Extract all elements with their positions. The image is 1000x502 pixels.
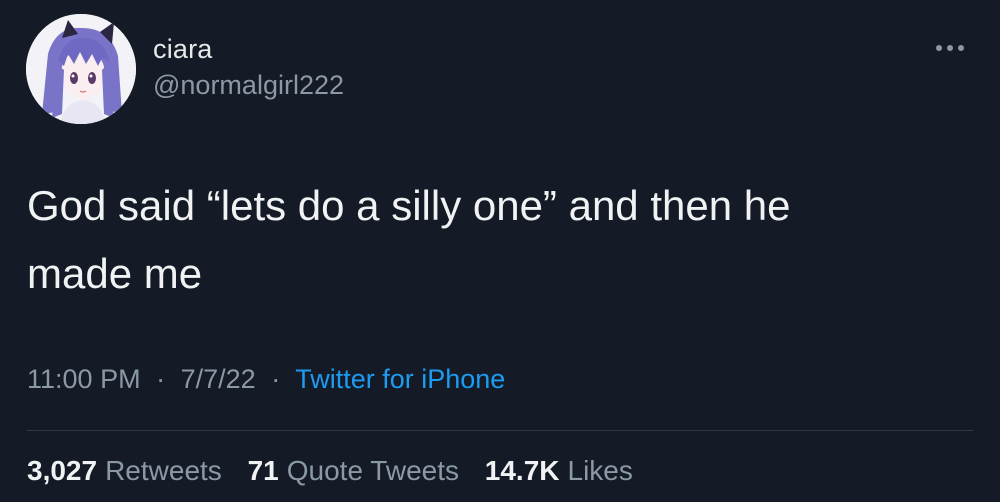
dot xyxy=(958,45,964,51)
meta-separator: · xyxy=(156,364,166,394)
retweets-label: Retweets xyxy=(105,455,222,486)
dot xyxy=(947,45,953,51)
divider xyxy=(27,430,973,431)
anime-girl-avatar-icon xyxy=(26,14,136,124)
quote-tweets-label: Quote Tweets xyxy=(286,455,459,486)
retweets-stat[interactable]: 3,027 Retweets xyxy=(27,455,222,487)
meta-separator: · xyxy=(271,364,281,394)
user-handle[interactable]: @normalgirl222 xyxy=(153,70,344,101)
tweet-source-link[interactable]: Twitter for iPhone xyxy=(295,364,505,394)
tweet-date[interactable]: 7/7/22 xyxy=(181,364,256,394)
dot xyxy=(936,45,942,51)
retweets-count: 3,027 xyxy=(27,455,98,486)
tweet-text: God said “lets do a silly one” and then … xyxy=(27,182,791,297)
display-name[interactable]: ciara xyxy=(153,34,213,65)
likes-label: Likes xyxy=(567,455,633,486)
tweet-meta: 11:00 PM · 7/7/22 · Twitter for iPhone xyxy=(27,364,505,395)
more-options-icon[interactable] xyxy=(928,36,972,60)
tweet-card: ciara @normalgirl222 God said “lets do a… xyxy=(0,0,1000,502)
avatar[interactable] xyxy=(26,14,136,124)
tweet-time[interactable]: 11:00 PM xyxy=(27,364,141,394)
likes-stat[interactable]: 14.7K Likes xyxy=(485,455,633,487)
tweet-stats: 3,027 Retweets 71 Quote Tweets 14.7K Likes xyxy=(27,455,651,487)
quote-tweets-stat[interactable]: 71 Quote Tweets xyxy=(248,455,459,487)
quote-tweets-count: 71 xyxy=(247,455,279,486)
likes-count: 14.7K xyxy=(484,455,560,486)
